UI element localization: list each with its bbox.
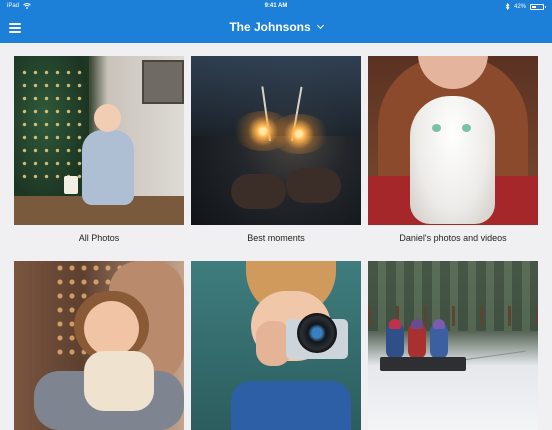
album-thumbnail <box>191 56 361 225</box>
bluetooth-icon <box>505 3 510 10</box>
album-tile[interactable] <box>191 261 361 430</box>
battery-icon <box>530 3 546 10</box>
album-thumbnail <box>191 261 361 430</box>
status-bar: iPad 9:41 AM 42% <box>0 0 552 15</box>
album-tile-best-moments[interactable]: Best moments <box>191 56 361 243</box>
album-thumbnail <box>368 56 538 225</box>
album-thumbnail <box>14 56 184 225</box>
album-tile-daniels-photos[interactable]: Daniel's photos and videos <box>368 56 538 243</box>
status-right: 42% <box>505 3 546 10</box>
battery-percent: 42% <box>513 3 526 10</box>
album-thumbnail <box>368 261 538 430</box>
status-time: 9:41 AM <box>264 3 288 9</box>
album-tile[interactable] <box>368 261 538 430</box>
album-thumbnail <box>14 261 184 430</box>
album-selector[interactable]: The Johnsons <box>0 20 552 34</box>
album-caption: All Photos <box>78 233 120 243</box>
chevron-down-icon <box>316 21 324 30</box>
nav-title: The Johnsons <box>229 20 311 34</box>
album-caption: Daniel's photos and videos <box>399 233 507 243</box>
album-tile-all-photos[interactable]: All Photos <box>14 56 184 243</box>
nav-bar: The Johnsons <box>0 15 552 43</box>
album-tile[interactable] <box>14 261 184 430</box>
battery-fill <box>532 5 537 8</box>
album-caption: Best moments <box>247 233 305 243</box>
